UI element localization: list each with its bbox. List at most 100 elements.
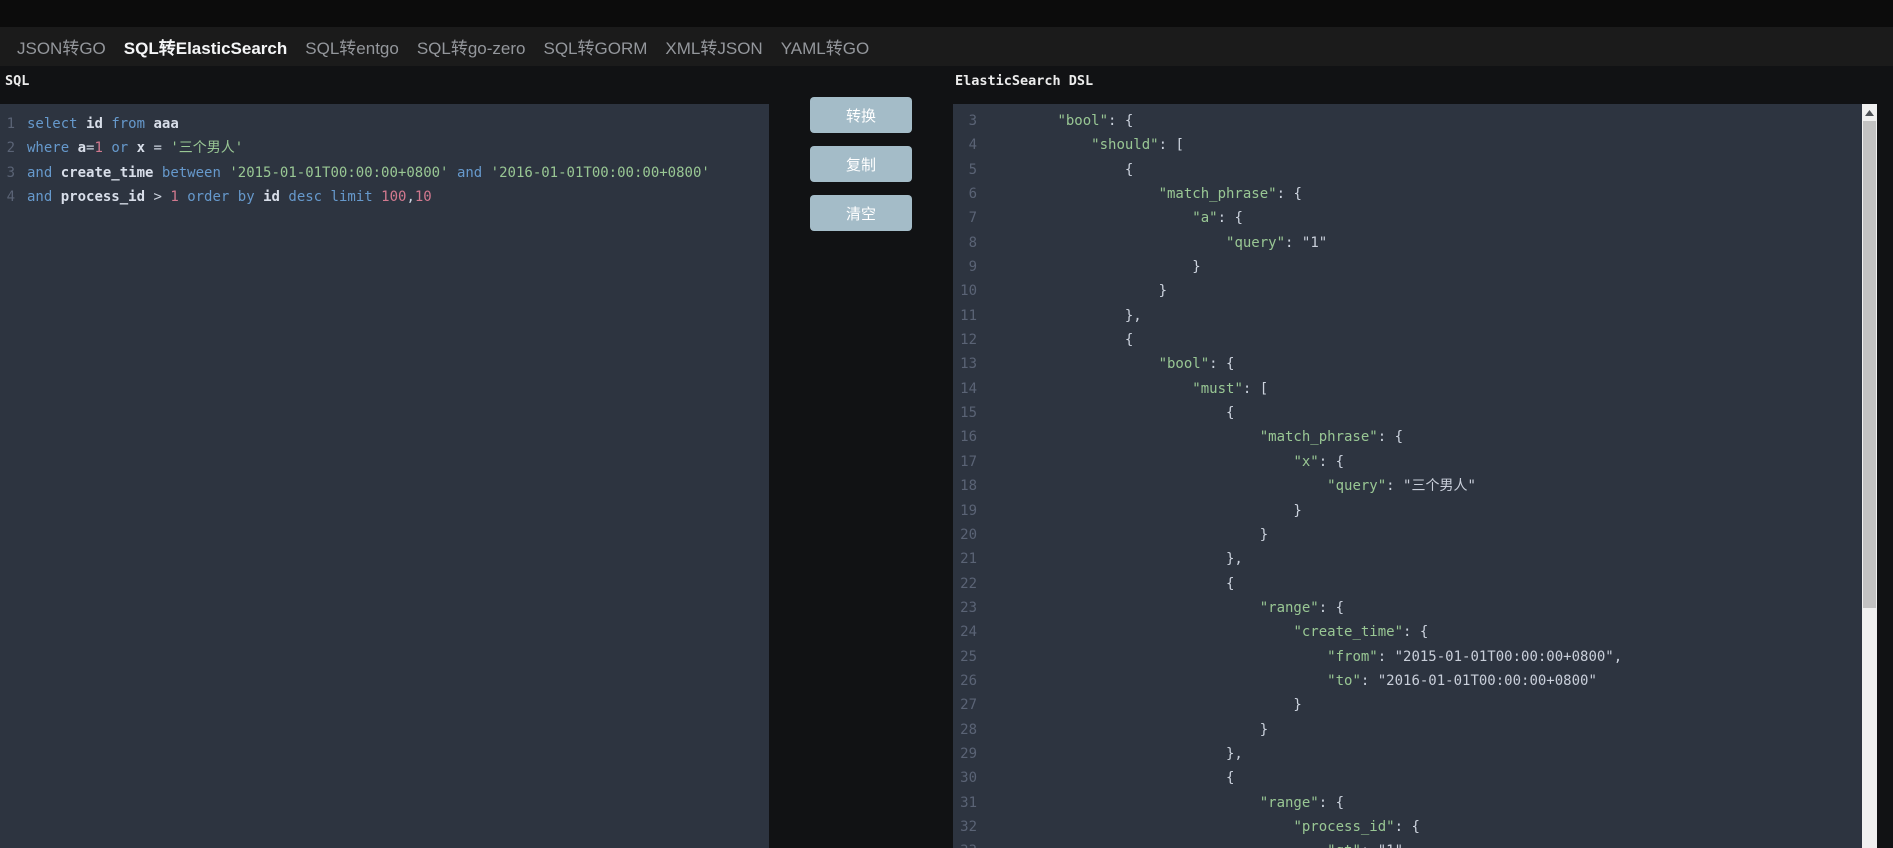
line-content: "to": "2016-01-01T00:00:00+0800" <box>977 669 1597 693</box>
line-content: "must": [ <box>977 377 1268 401</box>
code-line-18: 18 "query": "三个男人" <box>953 474 1877 498</box>
dsl-code-lines: 3 "bool": {4 "should": [5 {6 "match_phra… <box>953 109 1877 848</box>
dsl-panel-title: ElasticSearch DSL <box>955 73 1093 89</box>
code-line-21: 21 }, <box>953 547 1877 571</box>
line-content: "a": { <box>977 206 1243 230</box>
scroll-up-arrow-icon[interactable] <box>1862 104 1877 121</box>
line-content: { <box>977 401 1234 425</box>
line-number: 19 <box>953 499 977 523</box>
line-number: 17 <box>953 450 977 474</box>
line-content: }, <box>977 742 1243 766</box>
line-number: 12 <box>953 328 977 352</box>
code-line-29: 29 }, <box>953 742 1877 766</box>
line-number: 4 <box>0 185 15 209</box>
code-line-23: 23 "range": { <box>953 596 1877 620</box>
line-content: "create_time": { <box>977 620 1428 644</box>
line-number: 9 <box>953 255 977 279</box>
dsl-scrollbar[interactable] <box>1862 104 1877 848</box>
code-line-3: 3 "bool": { <box>953 109 1877 133</box>
code-line-26: 26 "to": "2016-01-01T00:00:00+0800" <box>953 669 1877 693</box>
top-navbar: JSON转GOSQL转ElasticSearchSQL转entgoSQL转go-… <box>0 27 1893 66</box>
line-number: 3 <box>953 109 977 133</box>
code-line-33: 33 "gt": "1" <box>953 839 1877 848</box>
line-content: "range": { <box>977 791 1344 815</box>
line-number: 33 <box>953 839 977 848</box>
line-number: 30 <box>953 766 977 790</box>
code-line-19: 19 } <box>953 499 1877 523</box>
line-number: 8 <box>953 231 977 255</box>
code-line-3: 3and create_time between '2015-01-01T00:… <box>0 161 769 185</box>
nav-tab-7[interactable]: YAML转GO <box>772 34 878 59</box>
code-line-13: 13 "bool": { <box>953 352 1877 376</box>
line-number: 3 <box>0 161 15 185</box>
line-number: 25 <box>953 645 977 669</box>
line-content: where a=1 or x = '三个男人' <box>15 136 243 160</box>
code-line-24: 24 "create_time": { <box>953 620 1877 644</box>
code-line-5: 5 { <box>953 158 1877 182</box>
line-content: select id from aaa <box>15 112 179 136</box>
line-number: 10 <box>953 279 977 303</box>
line-content: "from": "2015-01-01T00:00:00+0800", <box>977 645 1622 669</box>
line-content: "match_phrase": { <box>977 182 1302 206</box>
line-content: }, <box>977 547 1243 571</box>
line-content: "range": { <box>977 596 1344 620</box>
line-content: "query": "1" <box>977 231 1327 255</box>
line-number: 26 <box>953 669 977 693</box>
nav-tab-1[interactable]: JSON转GO <box>8 34 115 59</box>
line-number: 21 <box>953 547 977 571</box>
line-number: 11 <box>953 304 977 328</box>
line-content: } <box>977 693 1302 717</box>
code-line-12: 12 { <box>953 328 1877 352</box>
line-content: "gt": "1" <box>977 839 1403 848</box>
nav-tab-6[interactable]: XML转JSON <box>656 34 771 59</box>
line-number: 31 <box>953 791 977 815</box>
line-number: 24 <box>953 620 977 644</box>
code-line-7: 7 "a": { <box>953 206 1877 230</box>
clear-button[interactable]: 清空 <box>810 195 912 231</box>
action-buttons: 转换复制清空 <box>810 97 912 244</box>
line-content: "should": [ <box>977 133 1184 157</box>
sql-code-editor[interactable]: 1select id from aaa2where a=1 or x = '三个… <box>0 104 769 848</box>
nav-tab-2[interactable]: SQL转ElasticSearch <box>115 34 296 59</box>
code-line-6: 6 "match_phrase": { <box>953 182 1877 206</box>
copy-button[interactable]: 复制 <box>810 146 912 182</box>
nav-tab-4[interactable]: SQL转go-zero <box>408 34 535 59</box>
line-content: "x": { <box>977 450 1344 474</box>
code-line-27: 27 } <box>953 693 1877 717</box>
page-top-strip <box>0 0 1893 27</box>
nav-tab-3[interactable]: SQL转entgo <box>296 34 408 59</box>
code-line-16: 16 "match_phrase": { <box>953 425 1877 449</box>
line-number: 32 <box>953 815 977 839</box>
line-number: 7 <box>953 206 977 230</box>
line-content: and create_time between '2015-01-01T00:0… <box>15 161 710 185</box>
line-content: { <box>977 158 1133 182</box>
code-line-25: 25 "from": "2015-01-01T00:00:00+0800", <box>953 645 1877 669</box>
line-number: 4 <box>953 133 977 157</box>
line-number: 2 <box>0 136 15 160</box>
code-line-4: 4 "should": [ <box>953 133 1877 157</box>
line-content: { <box>977 328 1133 352</box>
line-number: 6 <box>953 182 977 206</box>
line-content: "query": "三个男人" <box>977 474 1476 498</box>
line-number: 1 <box>0 112 15 136</box>
line-number: 29 <box>953 742 977 766</box>
dsl-code-editor[interactable]: 3 "bool": {4 "should": [5 {6 "match_phra… <box>953 104 1877 848</box>
convert-button[interactable]: 转换 <box>810 97 912 133</box>
scrollbar-thumb[interactable] <box>1863 121 1876 608</box>
code-line-28: 28 } <box>953 718 1877 742</box>
code-line-4: 4and process_id > 1 order by id desc lim… <box>0 185 769 209</box>
line-content: }, <box>977 304 1142 328</box>
nav-tabs: JSON转GOSQL转ElasticSearchSQL转entgoSQL转go-… <box>8 34 878 59</box>
code-line-22: 22 { <box>953 572 1877 596</box>
code-line-30: 30 { <box>953 766 1877 790</box>
line-content: } <box>977 718 1268 742</box>
code-line-15: 15 { <box>953 401 1877 425</box>
code-line-11: 11 }, <box>953 304 1877 328</box>
nav-tab-5[interactable]: SQL转GORM <box>535 34 657 59</box>
line-content: } <box>977 255 1201 279</box>
line-number: 13 <box>953 352 977 376</box>
line-number: 16 <box>953 425 977 449</box>
line-number: 27 <box>953 693 977 717</box>
code-line-10: 10 } <box>953 279 1877 303</box>
line-number: 28 <box>953 718 977 742</box>
